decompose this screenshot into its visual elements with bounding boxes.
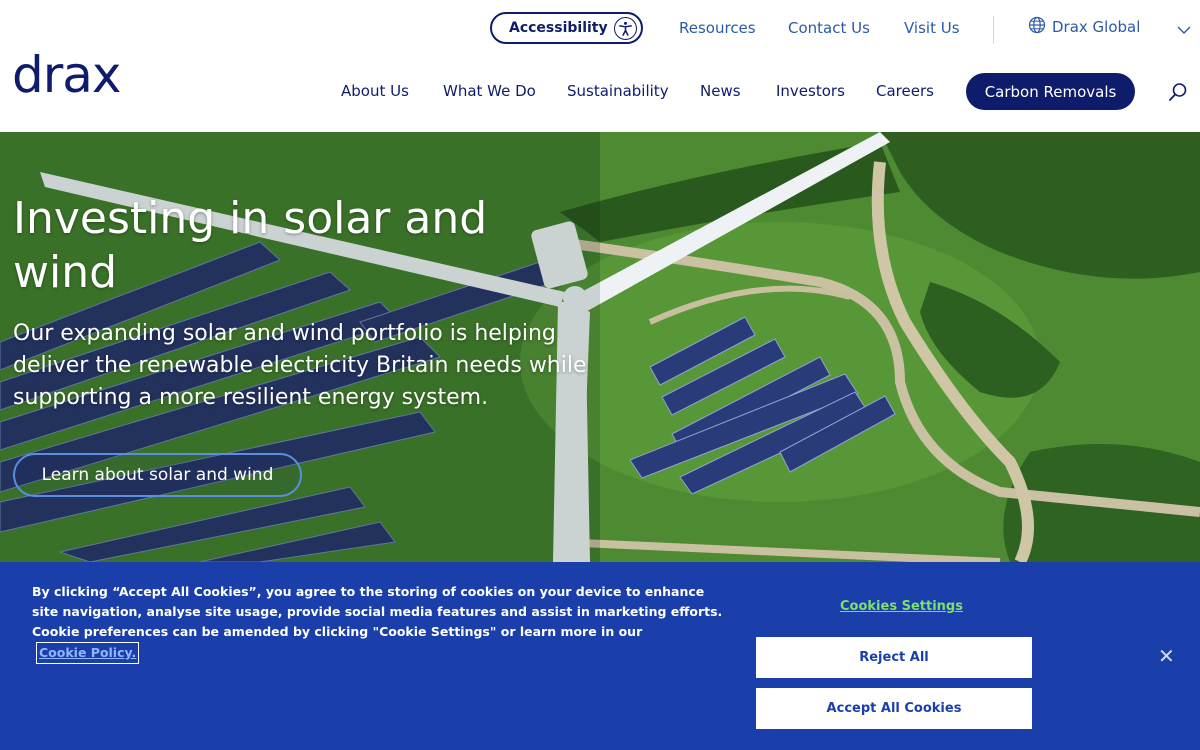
resources-link[interactable]: Resources: [679, 19, 756, 37]
contact-us-link[interactable]: Contact Us: [788, 19, 870, 37]
site-header: drax Accessibility Resources Contact Us …: [0, 0, 1200, 132]
visit-us-link[interactable]: Visit Us: [904, 19, 960, 37]
cookie-policy-link[interactable]: Cookie Policy.: [36, 642, 140, 664]
hero-title: Investing in solar and wind: [13, 193, 488, 298]
chevron-down-icon[interactable]: [1177, 20, 1191, 39]
accessibility-icon: [614, 16, 637, 40]
hero-banner: Investing in solar and wind Our expandin…: [0, 132, 1200, 562]
cookie-banner: By clicking “Accept All Cookies”, you ag…: [0, 562, 1200, 750]
utility-divider: [993, 16, 994, 44]
nav-careers[interactable]: Careers: [876, 82, 934, 100]
cookie-settings-button[interactable]: Cookies Settings: [840, 599, 963, 614]
accessibility-label: Accessibility: [509, 20, 608, 36]
drax-global-label: Drax Global: [1052, 18, 1141, 36]
utility-bar: Accessibility: [490, 12, 643, 44]
hero-subtitle: Our expanding solar and wind portfolio i…: [13, 321, 587, 410]
search-icon[interactable]: [1168, 82, 1188, 106]
globe-icon: [1028, 16, 1046, 38]
nav-investors[interactable]: Investors: [776, 82, 845, 100]
nav-news[interactable]: News: [700, 82, 741, 100]
nav-what-we-do[interactable]: What We Do: [443, 82, 536, 100]
accessibility-button[interactable]: Accessibility: [490, 12, 643, 44]
reject-all-button[interactable]: Reject All: [756, 637, 1032, 678]
close-icon[interactable]: ✕: [1158, 644, 1175, 668]
learn-solar-wind-button[interactable]: Learn about solar and wind: [13, 453, 302, 497]
nav-about-us[interactable]: About Us: [341, 82, 409, 100]
cookie-text-block: By clicking “Accept All Cookies”, you ag…: [32, 582, 732, 664]
drax-logo[interactable]: drax: [12, 50, 122, 100]
cookie-message: By clicking “Accept All Cookies”, you ag…: [32, 584, 723, 639]
nav-sustainability[interactable]: Sustainability: [567, 82, 669, 100]
accept-all-cookies-button[interactable]: Accept All Cookies: [756, 688, 1032, 729]
carbon-removals-button[interactable]: Carbon Removals: [966, 73, 1135, 110]
drax-global-selector[interactable]: Drax Global: [1028, 16, 1140, 38]
